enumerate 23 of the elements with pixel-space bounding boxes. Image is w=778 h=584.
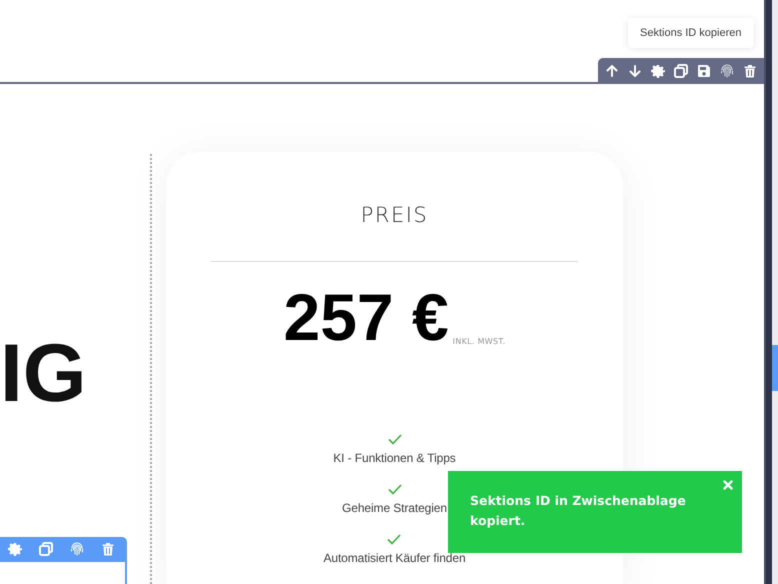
tooltip: Sektions ID kopieren	[628, 18, 754, 48]
copy-icon[interactable]	[39, 542, 53, 556]
heading-text: IG	[0, 329, 88, 419]
checkmark-icon	[387, 534, 402, 545]
checkmark-icon	[388, 484, 402, 495]
copy-icon[interactable]	[674, 64, 688, 78]
trash-icon[interactable]	[743, 64, 757, 78]
arrow-down-icon[interactable]	[628, 64, 642, 78]
checkmark-icon	[388, 434, 402, 445]
price-note: INKL. MWST.	[452, 337, 506, 346]
settings-icon[interactable]	[651, 64, 665, 78]
fingerprint-icon[interactable]	[70, 542, 84, 556]
toast-message: Sektions ID in Zwischenablage kopiert.	[470, 492, 687, 530]
settings-icon[interactable]	[8, 542, 22, 556]
feature-text: Geheime Strategien	[342, 500, 447, 517]
feature-text: KI - Funktionen & Tipps	[333, 450, 456, 467]
feature-text: Automatisiert Käufer finden	[323, 550, 466, 567]
arrow-up-icon[interactable]	[605, 64, 619, 78]
card-title: PREIS	[360, 202, 430, 229]
scroll-marker	[772, 345, 778, 391]
fingerprint-icon[interactable]	[720, 64, 734, 78]
trash-icon[interactable]	[101, 542, 115, 556]
price-text: 257 €	[284, 280, 449, 354]
